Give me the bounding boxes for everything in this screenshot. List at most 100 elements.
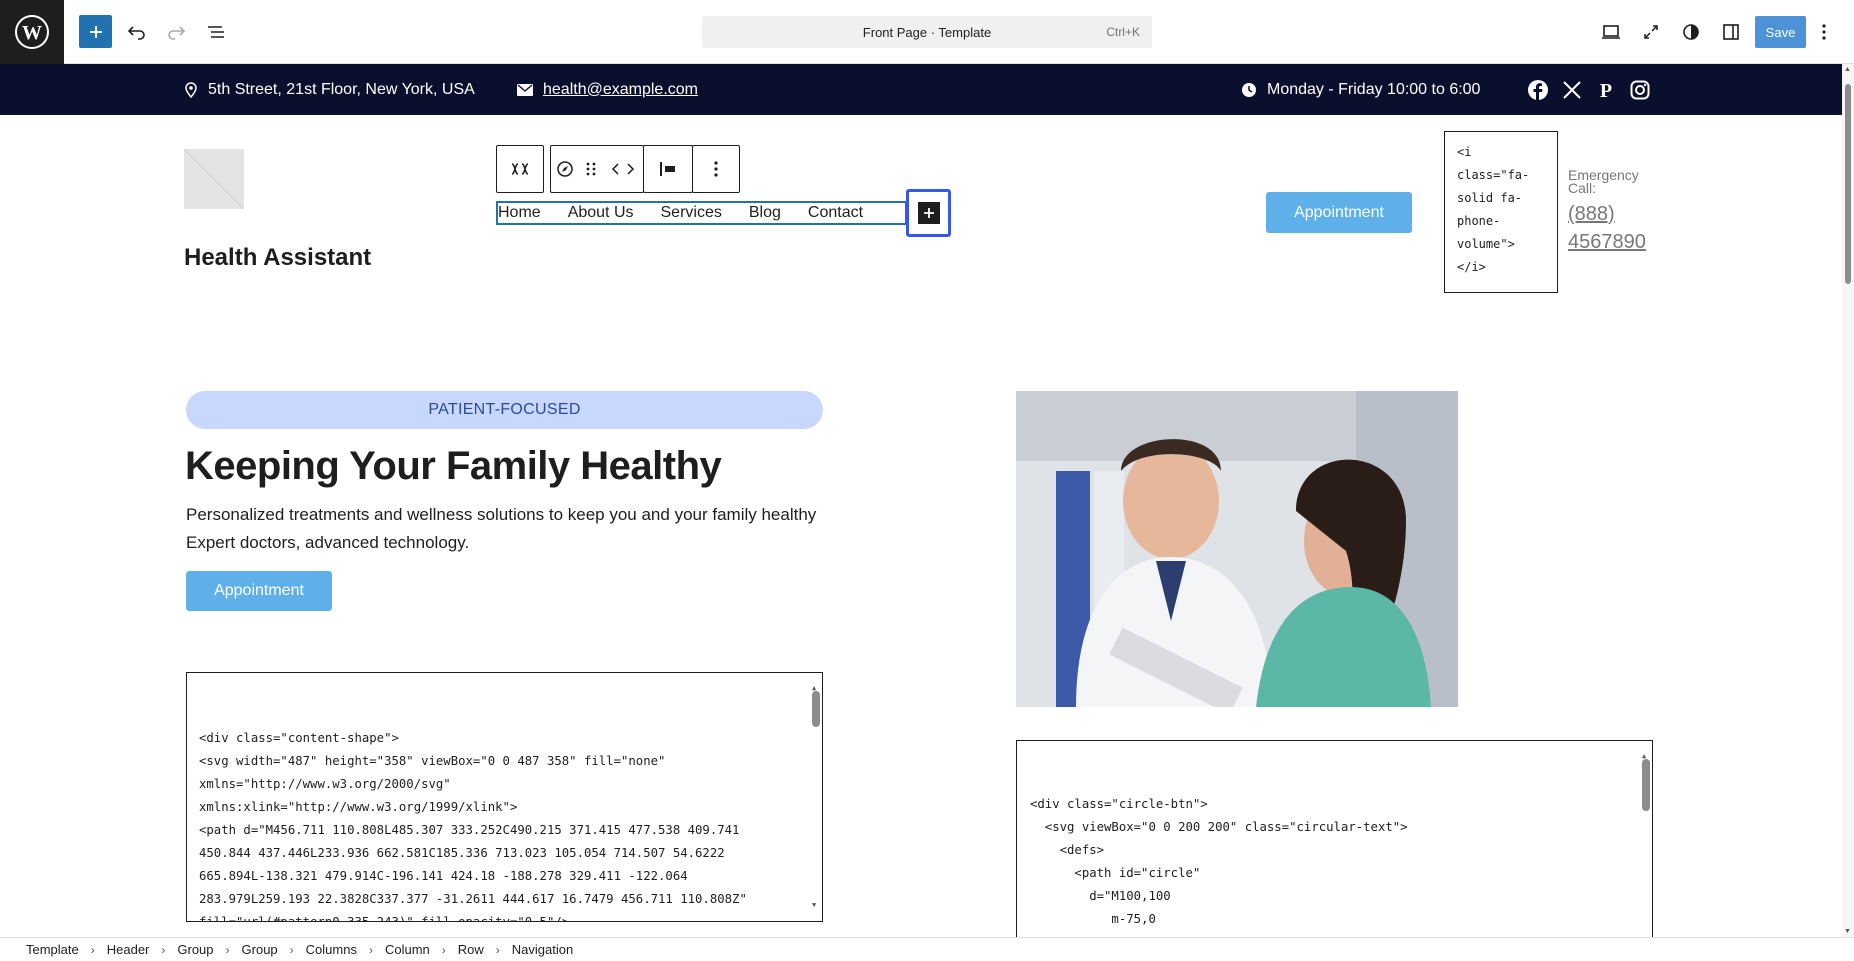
breadcrumb-navigation[interactable]: Navigation [512, 942, 573, 957]
contrast-icon [1683, 24, 1699, 40]
chevron-right-icon: › [225, 942, 230, 957]
chevron-right-icon: › [161, 942, 166, 957]
nav-item-about-us[interactable]: About Us [568, 204, 634, 222]
svg-text:P: P [1600, 80, 1612, 100]
phone-number-line1: (888) [1568, 203, 1615, 225]
justification-button[interactable] [644, 146, 692, 192]
editor-root: W Front Page · Template Ctrl+K Save 5th … [0, 0, 1854, 961]
command-title: Front Page · Template [862, 24, 992, 40]
options-menu-button[interactable] [1812, 14, 1836, 50]
chevron-right-icon: › [495, 942, 500, 957]
location-pin-icon [185, 81, 197, 98]
chevron-right-icon: › [441, 942, 446, 957]
email-item: health@example.com [517, 64, 698, 115]
drag-handle-icon [586, 162, 596, 176]
address-text: 5th Street, 21st Floor, New York, USA [208, 80, 475, 98]
undo-icon [127, 26, 145, 40]
chevron-right-icon: › [368, 942, 373, 957]
navigation-block[interactable]: Home About Us Services Blog Contact [496, 201, 907, 225]
compass-icon [557, 161, 573, 177]
block-options-group [692, 145, 740, 193]
breadcrumb-column[interactable]: Column [385, 942, 430, 957]
canvas-scrollbar[interactable]: ▲ ▼ [1842, 64, 1854, 937]
hero-description-line1: Personalized treatments and wellness sol… [186, 505, 817, 524]
sidebar-icon [1723, 24, 1739, 40]
navigation-block-icon [511, 163, 529, 175]
breadcrumb-row[interactable]: Row [458, 942, 484, 957]
tagline-pill[interactable]: PATIENT-FOCUSED [186, 391, 823, 429]
device-preview-button[interactable] [1593, 14, 1629, 50]
desktop-icon [1602, 25, 1620, 39]
hero-description[interactable]: Personalized treatments and wellness sol… [186, 501, 836, 557]
breadcrumb-template[interactable]: Template [26, 942, 79, 957]
more-vertical-icon [714, 161, 718, 177]
custom-html-block-left[interactable]: <div class="content-shape"> <svg width="… [186, 672, 823, 922]
breadcrumb-columns[interactable]: Columns [306, 942, 357, 957]
nav-item-contact[interactable]: Contact [808, 204, 863, 222]
block-options-button[interactable] [693, 146, 739, 192]
chevron-left-right-icon [611, 163, 635, 175]
site-logo-placeholder[interactable] [184, 149, 244, 209]
block-move-group [550, 145, 644, 193]
hero-photo-doctor-patient[interactable] [1016, 391, 1458, 707]
site-title[interactable]: Health Assistant [184, 244, 371, 272]
hero-title[interactable]: Keeping Your Family Healthy [185, 444, 722, 489]
navigation-menu-button[interactable] [551, 146, 579, 192]
add-nav-item-button[interactable] [906, 189, 951, 237]
editor-toolbar: W Front Page · Template Ctrl+K Save [0, 0, 1854, 64]
list-view-icon [208, 26, 224, 38]
fullscreen-button[interactable] [1633, 14, 1669, 50]
header-appointment-button[interactable]: Appointment [1266, 192, 1412, 233]
settings-sidebar-button[interactable] [1713, 14, 1749, 50]
clock-icon [1242, 82, 1256, 97]
custom-html-block-right[interactable]: <div class="circle-btn"> <svg viewBox="0… [1016, 740, 1653, 937]
move-left-right-button[interactable] [603, 146, 643, 192]
breadcrumb-group-inner[interactable]: Group [242, 942, 278, 957]
html-code-text: <div class="content-shape"> <svg width="… [199, 731, 747, 922]
undo-button[interactable] [119, 14, 155, 50]
command-shortcut: Ctrl+K [1106, 25, 1140, 39]
redo-button[interactable] [158, 14, 194, 50]
hours-text: Monday - Friday 10:00 to 6:00 [1267, 80, 1481, 98]
top-info-bar: 5th Street, 21st Floor, New York, USA he… [0, 64, 1842, 115]
redo-icon [168, 26, 186, 40]
wordpress-logo-button[interactable]: W [0, 0, 64, 64]
facebook-icon[interactable] [1528, 79, 1548, 100]
chevron-right-icon: › [90, 942, 95, 957]
breadcrumb-header[interactable]: Header [107, 942, 150, 957]
envelope-icon [517, 83, 533, 96]
social-icons: P [1528, 64, 1650, 115]
hours-item: Monday - Friday 10:00 to 6:00 [1241, 64, 1480, 115]
command-palette-bar[interactable]: Front Page · Template Ctrl+K [702, 16, 1152, 48]
add-block-button[interactable] [79, 15, 112, 48]
breadcrumb-group[interactable]: Group [177, 942, 213, 957]
editor-canvas: 5th Street, 21st Floor, New York, USA he… [0, 64, 1842, 937]
code-scrollbar[interactable]: ▲ [1641, 745, 1650, 937]
chevron-right-icon: › [289, 942, 294, 957]
styles-button[interactable] [1673, 14, 1709, 50]
more-vertical-icon [1822, 24, 1826, 40]
save-button[interactable]: Save [1755, 16, 1806, 48]
hero-appointment-button[interactable]: Appointment [186, 571, 332, 611]
block-transform-group [496, 145, 544, 193]
justify-left-icon [660, 162, 675, 176]
instagram-icon[interactable] [1630, 80, 1650, 100]
nav-item-services[interactable]: Services [661, 204, 722, 222]
emergency-call-label: Emergency Call: [1568, 167, 1639, 196]
x-icon[interactable] [1562, 80, 1582, 100]
email-link[interactable]: health@example.com [543, 81, 698, 99]
drag-handle[interactable] [579, 146, 603, 192]
transform-block-button[interactable] [497, 146, 543, 192]
document-overview-button[interactable] [198, 14, 234, 50]
doctor-patient-image [1016, 391, 1458, 707]
nav-item-home[interactable]: Home [498, 204, 541, 222]
phone-icon-html-block[interactable]: <i class="fa- solid fa- phone- volume"> … [1444, 131, 1558, 293]
block-toolbar [496, 145, 740, 193]
phone-number-link[interactable]: (888) 4567890 [1568, 200, 1646, 256]
logo-placeholder-icon [184, 149, 244, 209]
block-align-group [643, 145, 693, 193]
code-scrollbar[interactable]: ▲ ▼ [811, 677, 820, 917]
svg-text:W: W [22, 22, 42, 44]
nav-item-blog[interactable]: Blog [749, 204, 781, 222]
pinterest-icon[interactable]: P [1596, 80, 1616, 100]
